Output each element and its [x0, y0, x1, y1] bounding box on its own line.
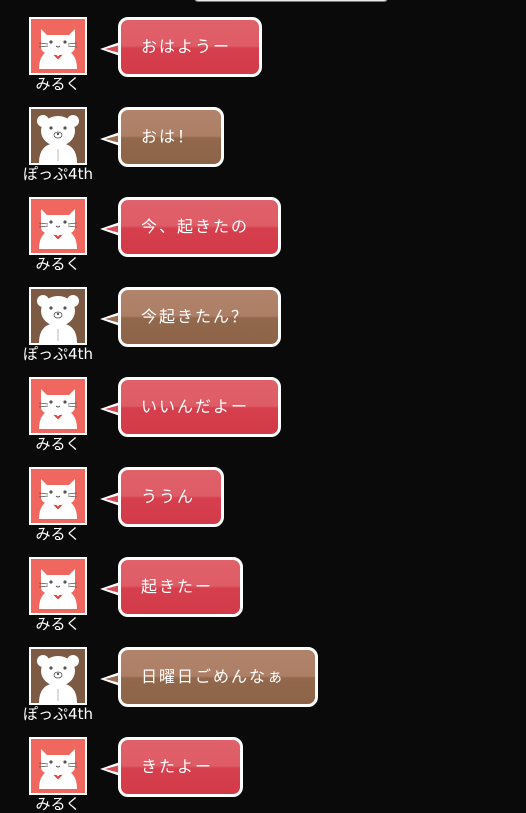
message-text: きたよー [118, 737, 243, 797]
bear-icon [37, 655, 79, 703]
cat-icon [38, 569, 78, 609]
chat-message-row: みるく 起きたー [0, 540, 526, 633]
message-text: 日曜日ごめんなぁ [118, 647, 318, 707]
message-text: 起きたー [118, 557, 243, 617]
avatar[interactable] [29, 557, 87, 615]
chat-message-row: ぽっぷ4th 日曜日ごめんなぁ [0, 630, 526, 723]
cat-icon [38, 749, 78, 789]
message-text: おは！ [118, 107, 224, 167]
cat-icon [38, 479, 78, 519]
chat-message-row: みるく いいんだよー [0, 360, 526, 453]
chat-message-row: みるく おはようー [0, 0, 526, 93]
avatar[interactable] [29, 17, 87, 75]
avatar[interactable] [29, 737, 87, 795]
message-text: いいんだよー [118, 377, 281, 437]
avatar[interactable] [29, 197, 87, 255]
chat-message-row: ぽっぷ4th 今起きたん？ [0, 270, 526, 363]
message-text: 今起きたん？ [118, 287, 281, 347]
avatar[interactable] [29, 467, 87, 525]
avatar[interactable] [29, 647, 87, 705]
chat-message-row: みるく ううん [0, 450, 526, 543]
avatar[interactable] [29, 107, 87, 165]
avatar[interactable] [29, 287, 87, 345]
cat-icon [38, 389, 78, 429]
message-text: 今、起きたの [118, 197, 281, 257]
chat-log: みるく おはようー ぽっぷ4th おは！ みるく 今、起きたの ぽっぷ4th 今… [0, 0, 526, 813]
cat-icon [38, 209, 78, 249]
message-text: ううん [118, 467, 224, 527]
cat-icon [38, 29, 78, 69]
message-text: おはようー [118, 17, 262, 77]
bear-icon [37, 295, 79, 343]
bear-icon [37, 115, 79, 163]
chat-message-row: みるく きたよー [0, 720, 526, 813]
chat-message-row: みるく 今、起きたの [0, 180, 526, 273]
avatar[interactable] [29, 377, 87, 435]
chat-message-row: ぽっぷ4th おは！ [0, 90, 526, 183]
